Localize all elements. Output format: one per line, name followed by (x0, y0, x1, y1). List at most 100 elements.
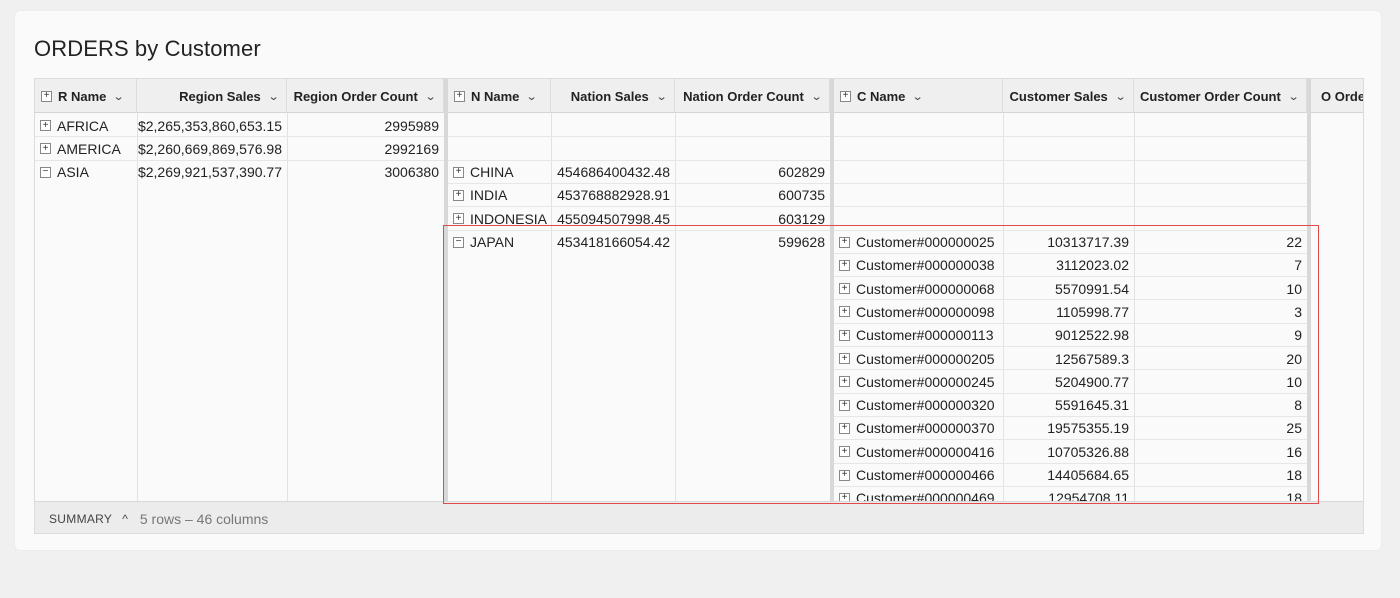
header-o-order[interactable]: O Orde (1311, 79, 1363, 113)
customer-order-count-cell[interactable]: 18 (1134, 487, 1307, 501)
header-n-name[interactable]: + N Name ⌄ (448, 79, 551, 113)
plus-box-icon[interactable]: + (839, 376, 850, 388)
chevron-down-icon[interactable]: ⌄ (810, 90, 822, 103)
customer-order-count-cell[interactable]: 10 (1134, 370, 1307, 393)
customer-name-cell[interactable]: + Customer#000000068 (834, 277, 1003, 300)
customer-name-cell[interactable]: + Customer#000000469 (834, 487, 1003, 501)
customer-name-cell[interactable]: + Customer#000000370 (834, 417, 1003, 440)
plus-box-icon[interactable]: + (839, 306, 850, 318)
customer-order-count-cell[interactable]: 7 (1134, 254, 1307, 277)
region-order-count-cell[interactable]: 3006380 (287, 161, 444, 184)
region-name-cell[interactable]: − ASIA (35, 161, 137, 184)
header-region-sales[interactable]: Region Sales ⌄ (137, 79, 287, 113)
customer-name-cell[interactable]: + Customer#000000416 (834, 440, 1003, 463)
plus-box-icon[interactable]: + (839, 329, 850, 341)
nation-sales-cell[interactable]: 455094507998.45 (551, 207, 675, 230)
plus-box-icon[interactable]: + (840, 90, 851, 102)
customer-name-cell[interactable]: + Customer#000000025 (834, 231, 1003, 254)
region-name-cell[interactable]: + AMERICA (35, 137, 137, 160)
header-region-order-count[interactable]: Region Order Count ⌄ (287, 79, 444, 113)
nation-name-cell[interactable]: + INDIA (448, 184, 551, 207)
customer-sales-cell[interactable]: 19575355.19 (1003, 417, 1134, 440)
plus-box-icon[interactable]: + (839, 446, 850, 458)
customer-order-count-cell[interactable]: 22 (1134, 231, 1307, 254)
region-name-cell[interactable]: + AFRICA (35, 114, 137, 137)
customer-order-count-cell[interactable]: 9 (1134, 324, 1307, 347)
header-c-name[interactable]: + C Name ⌄ (834, 79, 1003, 113)
plus-box-icon[interactable]: + (40, 120, 51, 131)
chevron-down-icon[interactable]: ⌄ (1287, 90, 1299, 103)
nation-sales-cell[interactable]: 454686400432.48 (551, 161, 675, 184)
nation-order-count-cell[interactable]: 602829 (675, 161, 830, 184)
plus-box-icon[interactable]: + (40, 143, 51, 155)
chevron-down-icon[interactable]: ⌄ (1114, 90, 1126, 103)
customer-name-cell[interactable]: + Customer#000000466 (834, 464, 1003, 487)
chevron-down-icon[interactable]: ⌄ (113, 90, 125, 103)
plus-box-icon[interactable]: + (453, 213, 464, 225)
nation-name-cell[interactable]: + INDONESIA (448, 207, 551, 230)
customer-sales-cell[interactable]: 9012522.98 (1003, 324, 1134, 347)
plus-box-icon[interactable]: + (454, 90, 465, 102)
customer-order-count-cell[interactable]: 3 (1134, 300, 1307, 323)
plus-box-icon[interactable]: + (41, 90, 52, 102)
chevron-down-icon[interactable]: ⌄ (526, 90, 538, 103)
region-order-count-cell[interactable]: 2992169 (287, 137, 444, 160)
minus-box-icon[interactable]: − (453, 236, 464, 248)
customer-order-count-cell[interactable]: 10 (1134, 277, 1307, 300)
customer-order-count-cell[interactable]: 18 (1134, 464, 1307, 487)
customer-sales-cell[interactable]: 5570991.54 (1003, 277, 1134, 300)
chevron-down-icon[interactable]: ⌄ (912, 90, 924, 103)
customer-sales-cell[interactable]: 14405684.65 (1003, 464, 1134, 487)
customer-sales-cell[interactable]: 3112023.02 (1003, 254, 1134, 277)
customer-order-count-cell[interactable]: 8 (1134, 394, 1307, 417)
chevron-up-icon[interactable]: ^ (122, 512, 128, 526)
customer-name-cell[interactable]: + Customer#000000098 (834, 300, 1003, 323)
header-customer-order-count[interactable]: Customer Order Count ⌄ (1134, 79, 1307, 113)
minus-box-icon[interactable]: − (40, 166, 51, 178)
summary-label[interactable]: SUMMARY (49, 512, 112, 526)
customer-name-cell[interactable]: + Customer#000000205 (834, 347, 1003, 370)
customer-sales-cell[interactable]: 10705326.88 (1003, 440, 1134, 463)
header-customer-sales[interactable]: Customer Sales ⌄ (1003, 79, 1134, 113)
customer-sales-cell[interactable]: 5591645.31 (1003, 394, 1134, 417)
customer-name-cell[interactable]: + Customer#000000245 (834, 370, 1003, 393)
plus-box-icon[interactable]: + (839, 353, 850, 364)
region-sales-cell[interactable]: $2,265,353,860,653.15 (137, 114, 287, 137)
header-nation-order-count[interactable]: Nation Order Count ⌄ (675, 79, 830, 113)
customer-sales-cell[interactable]: 5204900.77 (1003, 370, 1134, 393)
nation-order-count-cell[interactable]: 599628 (675, 231, 830, 254)
customer-sales-cell[interactable]: 1105998.77 (1003, 300, 1134, 323)
customer-order-count-cell[interactable]: 20 (1134, 347, 1307, 370)
customer-name-cell[interactable]: + Customer#000000320 (834, 394, 1003, 417)
plus-box-icon[interactable]: + (839, 283, 850, 295)
customer-sales-cell[interactable]: 12567589.3 (1003, 347, 1134, 370)
customer-name-cell[interactable]: + Customer#000000113 (834, 324, 1003, 347)
region-sales-cell[interactable]: $2,260,669,869,576.98 (137, 137, 287, 160)
customer-name-cell[interactable]: + Customer#000000038 (834, 254, 1003, 277)
chevron-down-icon[interactable]: ⌄ (424, 90, 436, 103)
nation-sales-cell[interactable]: 453768882928.91 (551, 184, 675, 207)
customer-order-count-cell[interactable]: 16 (1134, 440, 1307, 463)
nation-order-count-cell[interactable]: 603129 (675, 207, 830, 230)
nation-order-count-cell[interactable]: 600735 (675, 184, 830, 207)
plus-box-icon[interactable]: + (839, 422, 850, 434)
customer-sales-cell[interactable]: 12954708.11 (1003, 487, 1134, 501)
region-sales-cell[interactable]: $2,269,921,537,390.77 (137, 161, 287, 184)
plus-box-icon[interactable]: + (839, 469, 850, 481)
customer-sales-cell[interactable]: 10313717.39 (1003, 231, 1134, 254)
plus-box-icon[interactable]: + (839, 259, 850, 271)
header-nation-sales[interactable]: Nation Sales ⌄ (551, 79, 675, 113)
plus-box-icon[interactable]: + (839, 399, 850, 411)
nation-name-cell[interactable]: + CHINA (448, 161, 551, 184)
plus-box-icon[interactable]: + (839, 236, 850, 248)
nation-name-cell[interactable]: − JAPAN (448, 231, 551, 254)
plus-box-icon[interactable]: + (839, 492, 850, 501)
customer-order-count-cell[interactable]: 25 (1134, 417, 1307, 440)
nation-sales-cell[interactable]: 453418166054.42 (551, 231, 675, 254)
plus-box-icon[interactable]: + (453, 166, 464, 178)
region-order-count-cell[interactable]: 2995989 (287, 114, 444, 137)
header-r-name[interactable]: + R Name ⌄ (35, 79, 137, 113)
chevron-down-icon[interactable]: ⌄ (655, 90, 667, 103)
chevron-down-icon[interactable]: ⌄ (267, 90, 279, 103)
plus-box-icon[interactable]: + (453, 189, 464, 201)
